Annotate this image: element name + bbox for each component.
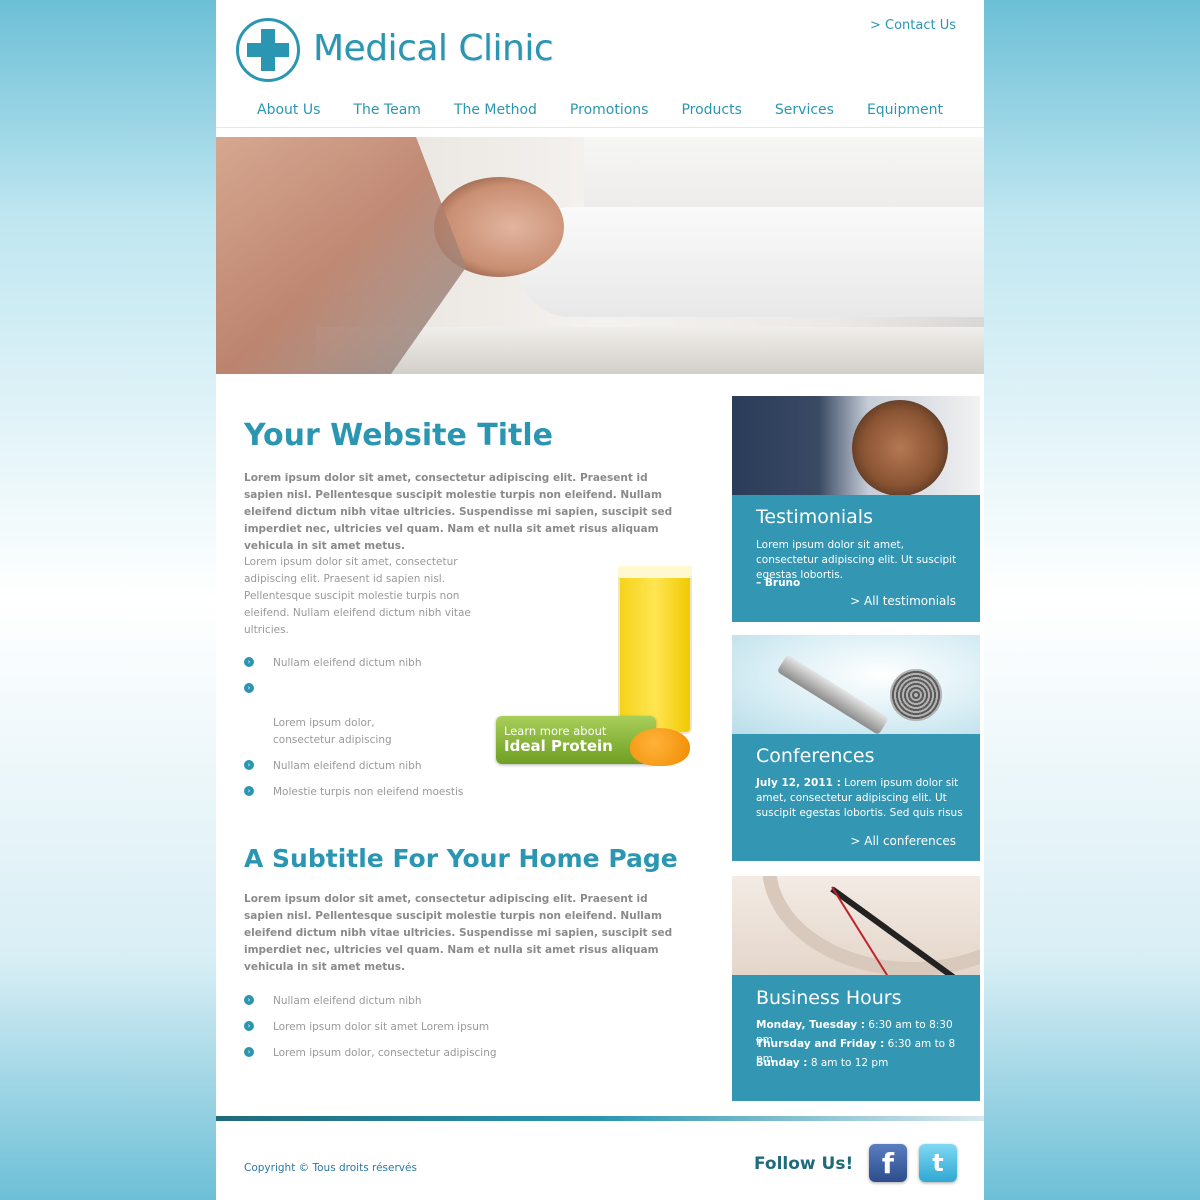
microphone-icon — [890, 669, 942, 721]
conferences-title: Conferences — [756, 745, 875, 767]
nav-item-the-method[interactable]: The Method — [437, 100, 553, 127]
chevron-right-icon: › — [244, 683, 254, 693]
hours-day: Sunday : — [756, 1057, 808, 1069]
list-item: › Nullam eleifend dictum nibh — [244, 655, 463, 672]
list-item-label: Nullam eleifend dictum nibh — [273, 760, 422, 772]
nav-item-equipment[interactable]: Equipment — [850, 100, 959, 127]
follow-us-label: Follow Us! — [754, 1154, 854, 1174]
all-conferences-link[interactable]: > All conferences — [850, 834, 956, 848]
medical-cross-logo-icon[interactable] — [236, 18, 300, 82]
twitter-icon[interactable]: t — [919, 1144, 957, 1182]
microphone-handle — [776, 654, 890, 734]
list-item: › Molestie turpis non eleifend moestis — [244, 784, 463, 801]
chevron-right-icon: › — [244, 657, 254, 667]
all-testimonials-link[interactable]: > All testimonials — [850, 594, 956, 608]
secondary-paragraph: Lorem ipsum dolor sit amet, consectetur … — [244, 556, 471, 636]
hours-day: Monday, Tuesday : — [756, 1019, 865, 1031]
hours-time: 8 am to 12 pm — [807, 1057, 889, 1069]
list-item-label: Lorem ipsum dolor sit amet Lorem ipsum — [273, 1021, 490, 1033]
chevron-right-icon: › — [244, 1021, 254, 1031]
footer-divider — [216, 1116, 984, 1121]
conference-date: July 12, 2011 : — [756, 777, 841, 789]
smiling-woman-avatar — [852, 400, 948, 495]
body-paragraph: Lorem ipsum dolor sit amet, consectetur … — [244, 893, 673, 973]
list-item-label: Nullam eleifend dictum nibh — [273, 657, 422, 669]
list-item-label: Lorem ipsum dolor, consectetur adipiscin… — [273, 717, 392, 746]
list-item-label: Lorem ipsum dolor, consectetur adipiscin… — [273, 1047, 497, 1059]
business-hours-box: Business Hours Monday, Tuesday : 6:30 am… — [732, 876, 980, 1101]
nav-item-services[interactable]: Services — [758, 100, 850, 127]
contact-us-link[interactable]: > Contact Us — [870, 18, 956, 33]
juice-glass-image — [618, 566, 692, 734]
list-item-label: Molestie turpis non eleifend moestis — [273, 786, 464, 798]
conferences-box: Conferences July 12, 2011 : Lorem ipsum … — [732, 635, 980, 861]
nav-item-the-team[interactable]: The Team — [337, 100, 438, 127]
testimonial-photo — [732, 396, 980, 495]
chevron-right-icon: › — [244, 760, 254, 770]
testimonial-author: – Bruno — [756, 577, 801, 589]
business-hours-title: Business Hours — [756, 987, 902, 1009]
list-item: › Nullam eleifend dictum nibh — [244, 993, 497, 1010]
list-item: › Lorem ipsum dolor, consectetur adipisc… — [244, 681, 463, 749]
logo-cross-horizontal — [247, 43, 289, 57]
feature-list-2: › Nullam eleifend dictum nibh › Lorem ip… — [244, 993, 497, 1062]
copyright-text: Copyright © Tous droits réservés — [244, 1162, 417, 1174]
facebook-icon[interactable]: f — [869, 1144, 907, 1182]
testimonials-box: Testimonials Lorem ipsum dolor sit amet,… — [732, 396, 980, 622]
clock-face — [762, 876, 980, 975]
list-item: › Lorem ipsum dolor, consectetur adipisc… — [244, 1045, 497, 1062]
testimonials-title: Testimonials — [756, 506, 873, 528]
list-item: › Nullam eleifend dictum nibh — [244, 758, 463, 775]
conference-entry: July 12, 2011 : Lorem ipsum dolor sit am… — [756, 776, 966, 821]
hero-patient-body — [516, 207, 984, 317]
orange-slice-image — [630, 728, 690, 766]
chevron-right-icon: › — [244, 786, 254, 796]
chevron-right-icon: › — [244, 1047, 254, 1057]
feature-list-1: › Nullam eleifend dictum nibh › Lorem ip… — [244, 655, 463, 801]
nav-item-promotions[interactable]: Promotions — [553, 100, 665, 127]
site-title[interactable]: Medical Clinic — [313, 28, 554, 69]
promo-line-1: Learn more about — [504, 724, 607, 738]
nav-item-products[interactable]: Products — [665, 100, 758, 127]
hours-row: Sunday : 8 am to 12 pm — [756, 1056, 966, 1071]
main-nav: About Us The Team The Method Promotions … — [216, 100, 984, 128]
juice-glass-rim — [618, 566, 692, 578]
page-subtitle: A Subtitle For Your Home Page — [244, 844, 678, 873]
microphone-photo — [732, 635, 980, 734]
intro-paragraph: Lorem ipsum dolor sit amet, consectetur … — [244, 472, 673, 552]
nav-item-about-us[interactable]: About Us — [241, 100, 337, 127]
page-container: Medical Clinic > Contact Us About Us The… — [216, 0, 984, 1200]
clock-photo — [732, 876, 980, 975]
chevron-right-icon: › — [244, 995, 254, 1005]
list-item: › Lorem ipsum dolor sit amet Lorem ipsum — [244, 1019, 497, 1036]
hero-banner-image — [216, 137, 984, 374]
hours-day: Thursday and Friday : — [756, 1038, 885, 1050]
list-item-label: Nullam eleifend dictum nibh — [273, 995, 422, 1007]
page-title: Your Website Title — [244, 418, 554, 453]
